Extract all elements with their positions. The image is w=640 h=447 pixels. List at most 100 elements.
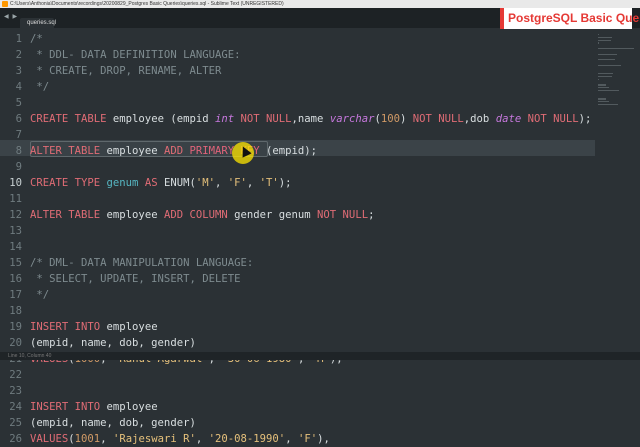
code-token: ; bbox=[368, 209, 375, 221]
line-number: 15 bbox=[9, 257, 22, 269]
line-number: 9 bbox=[15, 161, 22, 173]
code-line[interactable]: * DDL- DATA DEFINITION LANGUAGE: bbox=[30, 47, 240, 63]
code-token: 100 bbox=[380, 113, 400, 125]
code-line[interactable]: INSERT INTO employee bbox=[30, 319, 158, 335]
minimap-line bbox=[598, 101, 609, 103]
line-number: 16 bbox=[9, 273, 22, 285]
sublime-app-icon bbox=[2, 1, 8, 7]
code-token: CREATE TYPE bbox=[30, 177, 107, 189]
code-token: employee bbox=[106, 401, 158, 413]
code-token: employee bbox=[106, 321, 158, 333]
code-token: gender genum bbox=[234, 209, 318, 221]
code-token: employee bbox=[106, 145, 164, 157]
minimap-line bbox=[598, 64, 621, 67]
code-token: ENUM( bbox=[163, 177, 196, 189]
line-number: 10 bbox=[9, 177, 22, 189]
brand-accent-bar bbox=[500, 8, 504, 29]
code-line[interactable]: CREATE TYPE genum AS ENUM('M', 'F', 'T')… bbox=[30, 175, 292, 191]
minimap-line bbox=[598, 39, 611, 41]
code-token: ,dob bbox=[463, 113, 496, 125]
minimap-line bbox=[598, 53, 617, 55]
minimap-line bbox=[598, 34, 599, 36]
tab-scroll-arrows-icon[interactable]: ◀ ▶ bbox=[4, 13, 18, 20]
line-number: 7 bbox=[15, 129, 22, 141]
code-token: (empid); bbox=[259, 145, 318, 157]
code-token: , bbox=[285, 433, 298, 445]
code-line[interactable]: ALTER TABLE employee ADD COLUMN gender g… bbox=[30, 207, 374, 223]
minimap-line bbox=[598, 89, 619, 92]
code-token: employee (empid bbox=[112, 113, 215, 125]
status-text: Line 10, Column 40 bbox=[8, 353, 52, 359]
code-token: , bbox=[246, 177, 260, 189]
minimap-line bbox=[598, 73, 613, 75]
code-token: , bbox=[195, 433, 209, 445]
code-token: ); bbox=[578, 113, 592, 125]
code-line[interactable]: ALTER TABLE employee ADD PRIMARY KEY (em… bbox=[30, 143, 317, 159]
code-line[interactable]: VALUES(1001, 'Rajeswari R', '20-08-1990'… bbox=[30, 431, 330, 447]
code-token: INSERT INTO bbox=[30, 321, 107, 333]
minimap[interactable] bbox=[598, 34, 634, 164]
code-token: CREATE TABLE bbox=[30, 113, 113, 125]
mouse-cursor-icon bbox=[232, 142, 254, 164]
code-token: varchar bbox=[329, 113, 375, 125]
minimap-line bbox=[598, 84, 607, 86]
line-number: 26 bbox=[9, 433, 22, 445]
code-token: /* bbox=[30, 33, 43, 45]
code-token: VALUES bbox=[30, 433, 69, 445]
code-line[interactable]: */ bbox=[30, 287, 49, 303]
code-token: * DDL- DATA DEFINITION LANGUAGE: bbox=[30, 49, 241, 61]
line-number: 12 bbox=[9, 209, 22, 221]
line-number: 17 bbox=[9, 289, 22, 301]
code-line[interactable]: (empid, name, dob, gender) bbox=[30, 335, 196, 351]
line-number: 23 bbox=[9, 385, 22, 397]
code-editor[interactable]: 1 /* 2 * DDL- DATA DEFINITION LANGUAGE: 3 *… bbox=[0, 28, 640, 445]
code-token: ALTER TABLE bbox=[30, 209, 107, 221]
code-line[interactable]: CREATE TABLE employee (empid int NOT NUL… bbox=[30, 111, 591, 127]
code-token: 'F' bbox=[227, 177, 247, 189]
code-token: 'M' bbox=[195, 177, 215, 189]
code-line[interactable]: INSERT INTO employee bbox=[30, 399, 158, 415]
code-token: ), bbox=[317, 433, 330, 445]
code-line[interactable]: (empid, name, dob, gender) bbox=[30, 415, 196, 431]
code-token: /* DML- DATA MANIPULATION LANGUAGE: bbox=[30, 257, 254, 269]
line-number: 18 bbox=[9, 305, 22, 317]
code-token: */ bbox=[30, 289, 50, 301]
code-token: NOT NULL bbox=[317, 209, 369, 221]
line-number: 6 bbox=[15, 113, 22, 125]
code-token: * CREATE, DROP, RENAME, ALTER bbox=[30, 65, 222, 77]
minimap-line bbox=[598, 98, 607, 100]
line-number: 3 bbox=[15, 65, 22, 77]
line-number: 2 bbox=[15, 49, 22, 61]
code-token: INSERT INTO bbox=[30, 401, 107, 413]
line-number: 4 bbox=[15, 81, 22, 93]
code-token: 1001 bbox=[74, 433, 101, 445]
code-token: , bbox=[100, 433, 113, 445]
code-token: ADD bbox=[163, 145, 190, 157]
code-line[interactable]: /* DML- DATA MANIPULATION LANGUAGE: bbox=[30, 255, 253, 271]
line-number: 14 bbox=[9, 241, 22, 253]
code-line[interactable]: */ bbox=[30, 79, 49, 95]
code-token: AS bbox=[138, 177, 164, 189]
window-title: C:\Users\Anthonia\Documents\recordings\2… bbox=[10, 1, 284, 7]
code-token: (empid, name, dob, gender) bbox=[30, 417, 196, 429]
code-token: 'Rajeswari R' bbox=[112, 433, 196, 445]
tab-queries-sql[interactable]: queries.sql bbox=[20, 18, 56, 28]
minimap-line bbox=[598, 103, 618, 106]
code-token: int bbox=[214, 113, 235, 125]
code-token: '20-08-1990' bbox=[208, 433, 286, 445]
code-line[interactable]: /* bbox=[30, 31, 43, 47]
minimap-line bbox=[598, 59, 616, 61]
code-token: ); bbox=[278, 177, 292, 189]
code-token: * SELECT, UPDATE, INSERT, DELETE bbox=[30, 273, 241, 285]
code-token: date bbox=[495, 113, 522, 125]
line-number: 19 bbox=[9, 321, 22, 333]
code-token: ADD COLUMN bbox=[163, 209, 235, 221]
status-bar: Line 10, Column 40 bbox=[0, 352, 640, 360]
code-token: (empid, name, dob, gender) bbox=[30, 337, 196, 349]
code-token: ) bbox=[400, 113, 413, 125]
line-number: 1 bbox=[15, 33, 22, 45]
code-token: NOT NULL bbox=[412, 113, 464, 125]
code-line[interactable]: * CREATE, DROP, RENAME, ALTER bbox=[30, 63, 221, 79]
code-token: employee bbox=[106, 209, 164, 221]
code-line[interactable]: * SELECT, UPDATE, INSERT, DELETE bbox=[30, 271, 240, 287]
